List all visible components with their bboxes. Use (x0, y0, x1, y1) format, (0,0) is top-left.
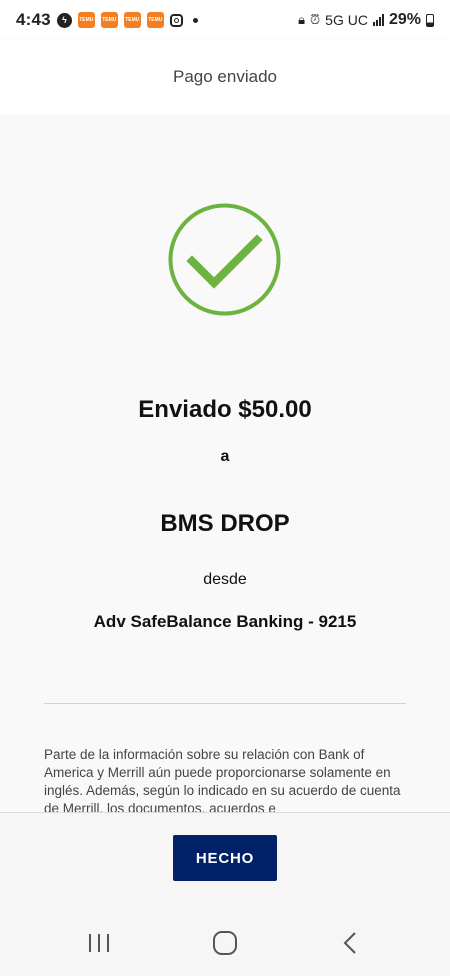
battery-icon (426, 13, 434, 27)
disclaimer-text: Parte de la información sobre su relació… (44, 747, 401, 816)
action-bar: HECHO (0, 812, 450, 910)
alarm-icon: ⏰︎ (310, 12, 321, 27)
recent-apps-icon[interactable] (82, 926, 116, 960)
from-label: desde (203, 571, 247, 588)
status-left: 4:43 ϟ TEMU TEMU TEMU TEMU (16, 10, 198, 30)
status-bar: 4:43 ϟ TEMU TEMU TEMU TEMU 🔒︎ ⏰︎ 5G UC 2… (0, 0, 450, 40)
status-right: 🔒︎ ⏰︎ 5G UC 29% (298, 11, 434, 29)
network-type: 5G UC (325, 12, 368, 28)
amount-sent: Enviado $50.00 (138, 396, 312, 423)
to-label: a (220, 448, 230, 465)
recipient-name: BMS DROP (160, 510, 290, 537)
temu-icon: TEMU (100, 12, 118, 28)
signal-icon (372, 14, 384, 26)
temu-icon: TEMU (123, 12, 141, 28)
temu-icon: TEMU (146, 12, 164, 28)
lock-icon: 🔒︎ (298, 12, 306, 27)
app-header: Pago enviado (0, 40, 450, 114)
system-nav-bar (0, 910, 450, 976)
page-title: Pago enviado (173, 67, 277, 86)
divider (44, 703, 406, 704)
confirmation-content: Enviado $50.00 a BMS DROP desde Adv Safe… (0, 114, 450, 816)
back-icon[interactable] (334, 926, 368, 960)
done-button[interactable]: HECHO (173, 835, 277, 881)
screen: 4:43 ϟ TEMU TEMU TEMU TEMU 🔒︎ ⏰︎ 5G UC 2… (0, 0, 450, 976)
home-icon[interactable] (208, 926, 242, 960)
temu-icon: TEMU (77, 12, 95, 28)
status-time: 4:43 (16, 10, 51, 29)
messenger-icon: ϟ (56, 12, 72, 28)
source-account: Adv SafeBalance Banking - 9215 (93, 612, 357, 631)
success-check-icon (168, 203, 281, 316)
dot-icon (192, 17, 198, 23)
instagram-icon (169, 13, 183, 27)
battery-percent: 29% (388, 11, 421, 28)
